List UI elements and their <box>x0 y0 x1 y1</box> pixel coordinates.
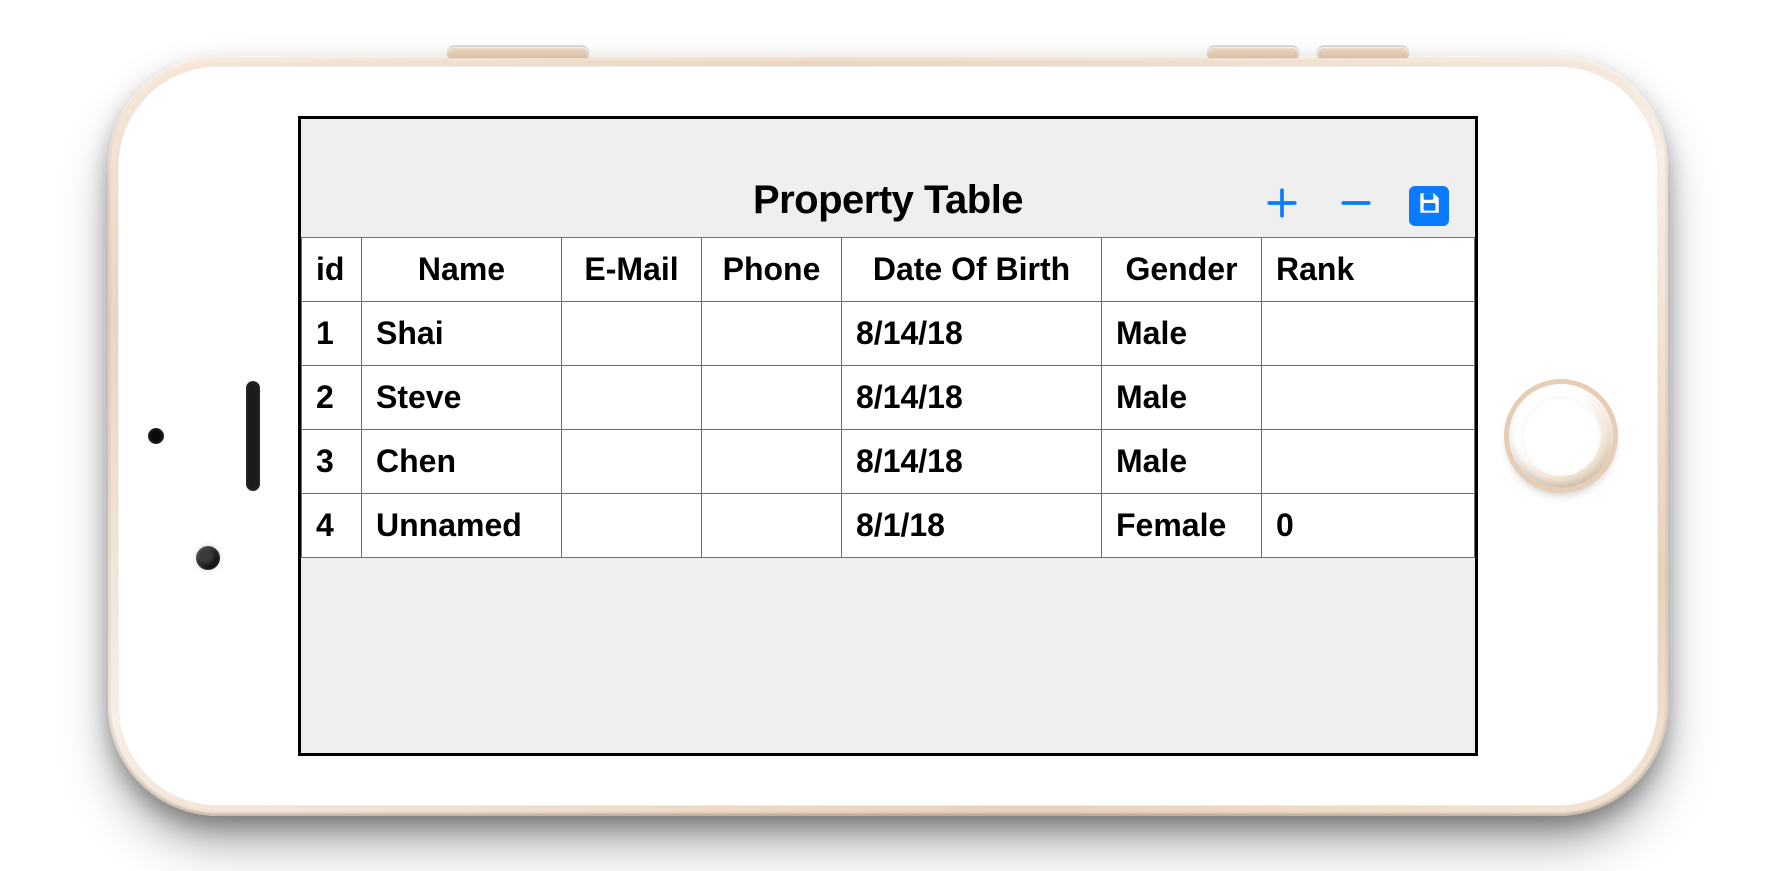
cell-rank[interactable]: 0 <box>1262 493 1475 557</box>
add-button[interactable] <box>1261 185 1303 227</box>
cell-gender[interactable]: Male <box>1102 429 1262 493</box>
data-table-container: id Name E-Mail Phone Date Of Birth Gende… <box>301 237 1475 558</box>
cell-name[interactable]: Shai <box>362 301 562 365</box>
app-screen: Property Table <box>298 116 1478 756</box>
cell-email[interactable] <box>562 301 702 365</box>
cell-name[interactable]: Chen <box>362 429 562 493</box>
cell-gender[interactable]: Male <box>1102 301 1262 365</box>
table-row[interactable]: 1Shai 8/14/18Male <box>302 301 1475 365</box>
plus-icon <box>1265 186 1299 225</box>
toolbar-actions <box>1261 185 1449 227</box>
cell-rank[interactable] <box>1262 429 1475 493</box>
cell-phone[interactable] <box>702 493 842 557</box>
cell-dob[interactable]: 8/14/18 <box>842 429 1102 493</box>
front-camera <box>196 546 220 570</box>
cell-gender[interactable]: Male <box>1102 365 1262 429</box>
cell-email[interactable] <box>562 429 702 493</box>
cell-email[interactable] <box>562 365 702 429</box>
power-button-edge <box>448 47 588 58</box>
page-title: Property Table <box>753 178 1023 223</box>
cell-id[interactable]: 2 <box>302 365 362 429</box>
col-rank[interactable]: Rank <box>1262 237 1475 301</box>
minus-icon <box>1339 186 1373 225</box>
table-body: 1Shai 8/14/18Male 2Steve 8/14/18Male 3Chen 8/… <box>302 301 1475 557</box>
volume-up-edge <box>1208 47 1298 58</box>
cell-phone[interactable] <box>702 429 842 493</box>
earpiece-speaker <box>246 381 260 491</box>
device-frame: Property Table <box>108 56 1668 816</box>
cell-dob[interactable]: 8/14/18 <box>842 365 1102 429</box>
cell-dob[interactable]: 8/14/18 <box>842 301 1102 365</box>
cell-rank[interactable] <box>1262 365 1475 429</box>
cell-id[interactable]: 3 <box>302 429 362 493</box>
cell-name[interactable]: Unnamed <box>362 493 562 557</box>
cell-rank[interactable] <box>1262 301 1475 365</box>
cell-gender[interactable]: Female <box>1102 493 1262 557</box>
table-row[interactable]: 2Steve 8/14/18Male <box>302 365 1475 429</box>
table-row[interactable]: 3Chen 8/14/18Male <box>302 429 1475 493</box>
table-header: id Name E-Mail Phone Date Of Birth Gende… <box>302 237 1475 301</box>
col-email[interactable]: E-Mail <box>562 237 702 301</box>
cell-dob[interactable]: 8/1/18 <box>842 493 1102 557</box>
property-table[interactable]: id Name E-Mail Phone Date Of Birth Gende… <box>301 237 1475 558</box>
col-gender[interactable]: Gender <box>1102 237 1262 301</box>
cell-phone[interactable] <box>702 365 842 429</box>
col-dob[interactable]: Date Of Birth <box>842 237 1102 301</box>
save-icon <box>1416 190 1442 221</box>
col-id[interactable]: id <box>302 237 362 301</box>
home-button[interactable] <box>1509 384 1613 488</box>
empty-area <box>301 558 1475 756</box>
volume-down-edge <box>1318 47 1408 58</box>
remove-button[interactable] <box>1335 185 1377 227</box>
cell-id[interactable]: 4 <box>302 493 362 557</box>
proximity-sensor <box>148 428 164 444</box>
save-button[interactable] <box>1409 186 1449 226</box>
cell-email[interactable] <box>562 493 702 557</box>
table-row[interactable]: 4Unnamed 8/1/18Female0 <box>302 493 1475 557</box>
cell-name[interactable]: Steve <box>362 365 562 429</box>
cell-id[interactable]: 1 <box>302 301 362 365</box>
navigation-bar: Property Table <box>301 119 1475 237</box>
col-phone[interactable]: Phone <box>702 237 842 301</box>
cell-phone[interactable] <box>702 301 842 365</box>
col-name[interactable]: Name <box>362 237 562 301</box>
